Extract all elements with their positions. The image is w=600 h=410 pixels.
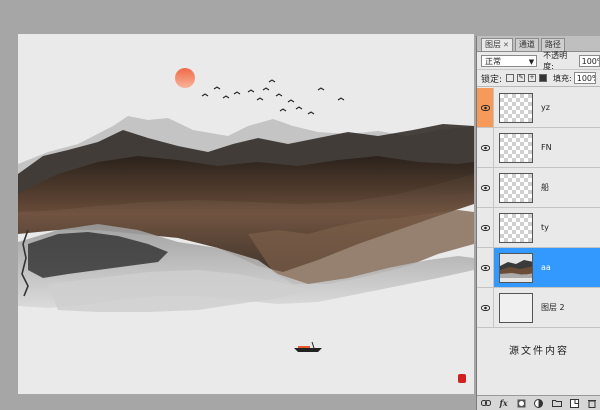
layer-thumbnail <box>499 292 533 323</box>
opacity-label: 不透明度: <box>543 50 568 71</box>
eye-icon <box>480 264 490 271</box>
layer-name: 船 <box>541 183 549 192</box>
tab-channels[interactable]: 通道 <box>514 38 539 51</box>
link-icon[interactable] <box>480 399 491 408</box>
new-layer-icon[interactable] <box>569 398 580 408</box>
layer-thumbnail <box>499 252 533 283</box>
layer-name: FN <box>541 143 552 152</box>
layer-name: 图层 2 <box>541 303 565 312</box>
layer-name: yz <box>541 103 550 112</box>
layer-row-aa[interactable]: aa <box>477 248 600 288</box>
opacity-input[interactable]: 100% <box>578 54 600 67</box>
blend-opacity-row: 正常 ▼ 不透明度: 100% <box>477 50 600 71</box>
lock-position-icon[interactable]: + <box>528 74 537 82</box>
eye-icon <box>480 144 490 151</box>
blend-mode-value: 正常 <box>485 56 501 66</box>
sun <box>175 68 195 88</box>
eye-icon <box>480 224 490 231</box>
watermark-text: 源文件内容 <box>509 346 569 357</box>
visibility-toggle[interactable] <box>477 128 494 167</box>
layer-thumbnail <box>499 132 533 163</box>
layer-thumbnail <box>499 212 533 243</box>
lock-icons: ✎ + <box>506 74 548 82</box>
group-folder-icon[interactable] <box>551 399 562 408</box>
close-icon[interactable]: ✕ <box>503 39 509 51</box>
layer-name: aa <box>541 263 551 272</box>
ink-landscape-artwork <box>18 68 474 383</box>
landscape-thumbnail-image <box>500 253 532 282</box>
document-canvas[interactable] <box>18 34 474 394</box>
layer-thumbnail <box>499 172 533 203</box>
trash-icon[interactable] <box>587 399 598 408</box>
lock-all-icon[interactable] <box>539 74 548 82</box>
lock-fill-row: 锁定: ✎ + 填充: 100% <box>477 70 600 87</box>
tab-channels-label: 通道 <box>518 40 535 49</box>
tab-layers-label: 图层 <box>485 40 501 49</box>
boat <box>294 341 322 352</box>
visibility-toggle[interactable] <box>477 248 494 287</box>
fill-input[interactable]: 100% <box>573 72 596 84</box>
visibility-toggle[interactable] <box>477 168 494 207</box>
fx-icon[interactable]: fx <box>498 398 509 408</box>
layer-actions-bar: fx <box>477 395 600 410</box>
layer-row-fn[interactable]: FN <box>477 128 600 168</box>
layer-name: ty <box>541 223 549 232</box>
adjustment-icon[interactable] <box>533 398 544 408</box>
mask-icon[interactable] <box>516 399 527 408</box>
layer-row-yz[interactable]: yz <box>477 88 600 128</box>
fill-label: 填充: <box>553 73 572 83</box>
eye-icon <box>480 104 490 111</box>
birds-flock <box>201 79 345 115</box>
layer-row-ty[interactable]: ty <box>477 208 600 248</box>
panel-tabbar: 图层 ✕ 通道 路径 <box>477 36 600 52</box>
tab-layers[interactable]: 图层 ✕ <box>481 38 513 51</box>
eye-icon <box>480 184 490 191</box>
lock-label: 锁定: <box>481 74 503 85</box>
blend-mode-select[interactable]: 正常 ▼ <box>481 54 538 67</box>
photoshop-workspace: 图层 ✕ 通道 路径 正常 ▼ 不透明度: 100% 锁定: ✎ + <box>0 0 600 410</box>
visibility-toggle[interactable] <box>477 208 494 247</box>
lock-transparency-icon[interactable] <box>506 74 515 82</box>
layer-row-boat[interactable]: 船 <box>477 168 600 208</box>
red-seal-stamp <box>458 374 466 383</box>
layer-thumbnail <box>499 92 533 123</box>
layer-list: yz FN 船 ty aa 图层 2 <box>477 88 600 328</box>
lock-image-icon[interactable]: ✎ <box>517 74 526 82</box>
layer-row-layer2[interactable]: 图层 2 <box>477 288 600 328</box>
layers-panel: 图层 ✕ 通道 路径 正常 ▼ 不透明度: 100% 锁定: ✎ + <box>476 36 600 410</box>
chevron-down-icon: ▼ <box>528 57 535 66</box>
visibility-toggle[interactable] <box>477 88 494 127</box>
visibility-toggle[interactable] <box>477 288 494 327</box>
eye-icon <box>480 304 490 311</box>
